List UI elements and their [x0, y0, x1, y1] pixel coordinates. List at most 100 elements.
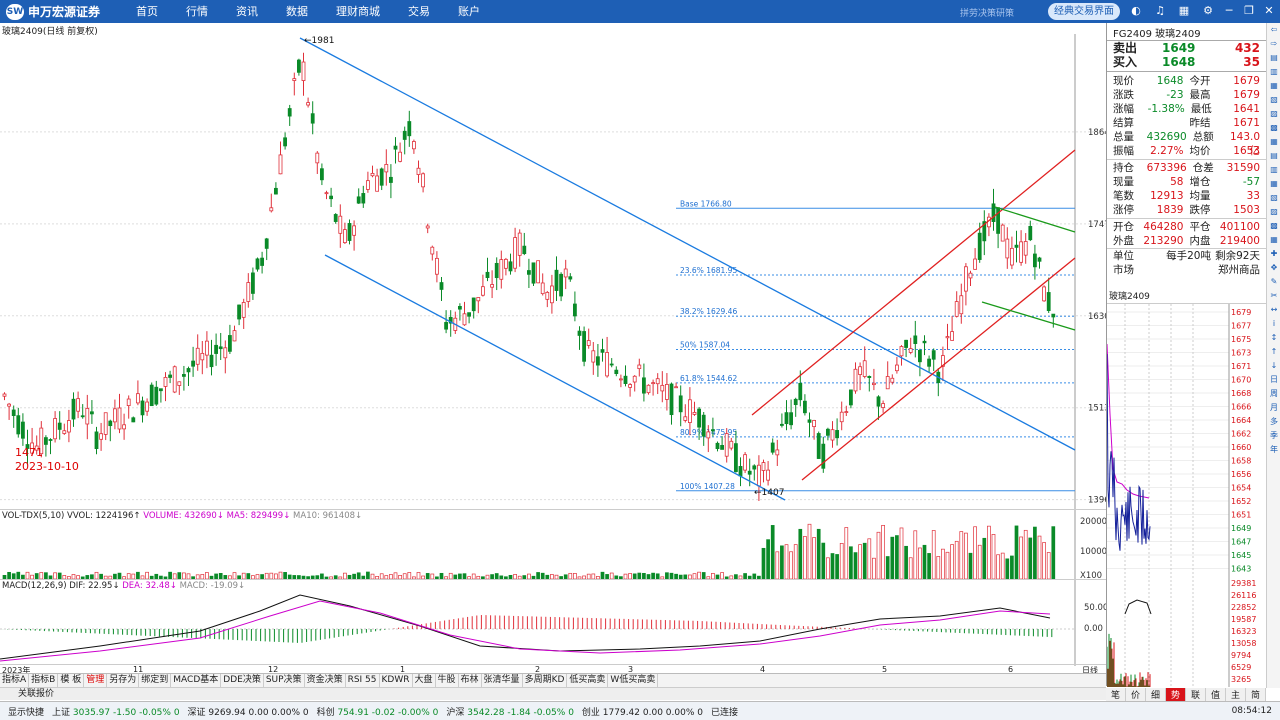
- tool-icon-26[interactable]: 周: [1267, 387, 1280, 401]
- classic-trade-button[interactable]: 经典交易界面: [1048, 3, 1120, 20]
- tool-icon-19[interactable]: ✂: [1267, 289, 1280, 303]
- close-icon[interactable]: ✕: [1262, 4, 1276, 18]
- price-chart[interactable]: 1864 1747 1630 1513 1396 Base 1766.80 23.6% 16…: [0, 34, 1106, 509]
- candle: [701, 414, 706, 437]
- tool-icon-12[interactable]: ▧: [1267, 191, 1280, 205]
- tool-icon-9[interactable]: ▤: [1267, 149, 1280, 163]
- skin-icon[interactable]: ◐: [1129, 4, 1143, 18]
- tool-icon-15[interactable]: ▦: [1267, 233, 1280, 247]
- tool-icon-25[interactable]: 日: [1267, 373, 1280, 387]
- indicator-tab-4[interactable]: 另存为: [107, 674, 140, 687]
- candle: [835, 430, 839, 439]
- indicator-tab-0[interactable]: 指标A: [0, 674, 30, 687]
- indicator-tab-16[interactable]: 多周期KD: [523, 674, 568, 687]
- vol-legend-item: MA5: 829499↓: [226, 511, 294, 521]
- settings-icon[interactable]: ⚙: [1201, 4, 1215, 18]
- volume-bar: [858, 544, 862, 580]
- status-item-4[interactable]: 沪深 3542.28 -1.84 -0.05% 0: [446, 705, 574, 718]
- tool-icon-27[interactable]: 月: [1267, 401, 1280, 415]
- tool-icon-7[interactable]: ▩: [1267, 121, 1280, 135]
- status-item-2[interactable]: 深证 9269.94 0.00 0.00% 0: [188, 705, 309, 718]
- menu-item-0[interactable]: 首页: [122, 0, 172, 23]
- indicator-tab-15[interactable]: 张清华量: [482, 674, 523, 687]
- indicator-tab-3[interactable]: 管理: [84, 674, 108, 687]
- menu-item-3[interactable]: 数据: [272, 0, 322, 23]
- indicator-tab-7[interactable]: DDE决策: [221, 674, 264, 687]
- tool-icon-2[interactable]: ▤: [1267, 51, 1280, 65]
- tool-icon-17[interactable]: ✥: [1267, 261, 1280, 275]
- indicator-tab-13[interactable]: 牛股: [436, 674, 459, 687]
- indicator-tab-11[interactable]: KDWR: [380, 674, 413, 687]
- quote-label: 均量: [1189, 190, 1211, 202]
- indicator-tab-5[interactable]: 绑定到: [139, 674, 172, 687]
- tool-icon-18[interactable]: ✎: [1267, 275, 1280, 289]
- grid-icon[interactable]: ▦: [1177, 4, 1191, 18]
- candle: [954, 301, 959, 317]
- tool-icon-21[interactable]: i: [1267, 317, 1280, 331]
- indicator-tab-12[interactable]: 大盘: [413, 674, 436, 687]
- tool-icon-5[interactable]: ▧: [1267, 93, 1280, 107]
- status-item-0[interactable]: 显示快捷: [8, 705, 44, 718]
- volume-bar: [826, 557, 830, 580]
- tool-icon-8[interactable]: ▦: [1267, 135, 1280, 149]
- tool-icon-23[interactable]: ↑: [1267, 345, 1280, 359]
- headset-icon[interactable]: ♫: [1153, 4, 1167, 18]
- restore-icon[interactable]: ❐: [1242, 4, 1256, 18]
- tool-icon-14[interactable]: ▩: [1267, 219, 1280, 233]
- candle: [586, 340, 591, 346]
- volume-bar: [982, 537, 987, 580]
- menu-item-1[interactable]: 行情: [172, 0, 222, 23]
- tick-chart[interactable]: 玻璃2409 1679 1677 1675 1673 1671 1670 1668 1666 1…: [1106, 288, 1266, 687]
- menu-item-4[interactable]: 理财商城: [322, 0, 394, 23]
- indicator-tab-18[interactable]: W低买高卖: [608, 674, 659, 687]
- tick-tab-7[interactable]: 简: [1246, 688, 1266, 701]
- indicator-tab-1[interactable]: 指标B: [29, 674, 59, 687]
- status-item-6[interactable]: 已连接: [711, 705, 738, 718]
- menu-item-2[interactable]: 资讯: [222, 0, 272, 23]
- volume-panel[interactable]: VOL-TDX(5,10) VVOL: 1224196↑ VOLUME: 432…: [0, 509, 1107, 581]
- candle: [619, 378, 623, 381]
- menu-item-5[interactable]: 交易: [394, 0, 444, 23]
- tool-icon-16[interactable]: ✚: [1267, 247, 1280, 261]
- indicator-tab-14[interactable]: 布林: [459, 674, 482, 687]
- tool-icon-11[interactable]: ▦: [1267, 177, 1280, 191]
- tool-icon-4[interactable]: ▦: [1267, 79, 1280, 93]
- candle: [499, 259, 504, 280]
- volume-bar: [1028, 537, 1033, 580]
- tool-icon-28[interactable]: 多: [1267, 415, 1280, 429]
- tick-tab-2[interactable]: 细: [1146, 688, 1166, 701]
- minimize-icon[interactable]: ─: [1222, 4, 1236, 18]
- tool-icon-1[interactable]: ⇨: [1267, 37, 1280, 51]
- indicator-tab-9[interactable]: 资金决策: [305, 674, 346, 687]
- indicator-tab-17[interactable]: 低买高卖: [567, 674, 609, 687]
- tool-icon-24[interactable]: ↓: [1267, 359, 1280, 373]
- indicator-tab-8[interactable]: SUP决策: [264, 674, 305, 687]
- related-quote-tab[interactable]: 关联报价: [0, 687, 1106, 700]
- tool-icon-0[interactable]: ⇦: [1267, 23, 1280, 37]
- status-item-5[interactable]: 创业 1779.42 0.00 0.00% 0: [582, 705, 703, 718]
- tool-icon-10[interactable]: ▥: [1267, 163, 1280, 177]
- tick-tab-6[interactable]: 主: [1226, 688, 1246, 701]
- tick-tab-3[interactable]: 势: [1166, 688, 1186, 701]
- indicator-tab-6[interactable]: MACD基本: [171, 674, 222, 687]
- tool-icon-6[interactable]: ▨: [1267, 107, 1280, 121]
- tool-icon-20[interactable]: ↔: [1267, 303, 1280, 317]
- candle: [315, 152, 320, 164]
- indicator-tab-10[interactable]: RSI 55: [346, 674, 380, 687]
- volume-bar: [922, 544, 927, 580]
- volume-bar: [136, 571, 140, 580]
- menu-item-6[interactable]: 账户: [444, 0, 494, 23]
- tool-icon-13[interactable]: ▨: [1267, 205, 1280, 219]
- status-item-3[interactable]: 科创 754.91 -0.02 -0.00% 0: [317, 705, 439, 718]
- tool-icon-3[interactable]: ▥: [1267, 65, 1280, 79]
- tool-icon-29[interactable]: 季: [1267, 429, 1280, 443]
- tool-icon-22[interactable]: ↕: [1267, 331, 1280, 345]
- tick-tab-1[interactable]: 价: [1126, 688, 1146, 701]
- status-item-1[interactable]: 上证 3035.97 -1.50 -0.05% 0: [52, 705, 180, 718]
- macd-panel[interactable]: MACD(12,26,9) DIF: 22.95↓ DEA: 32.48↓ MA…: [0, 579, 1108, 666]
- indicator-tab-2[interactable]: 模 板: [58, 674, 85, 687]
- tool-icon-30[interactable]: 年: [1267, 443, 1280, 457]
- tick-tab-4[interactable]: 联: [1186, 688, 1206, 701]
- tick-tab-0[interactable]: 笔: [1106, 688, 1126, 701]
- tick-tab-5[interactable]: 值: [1206, 688, 1226, 701]
